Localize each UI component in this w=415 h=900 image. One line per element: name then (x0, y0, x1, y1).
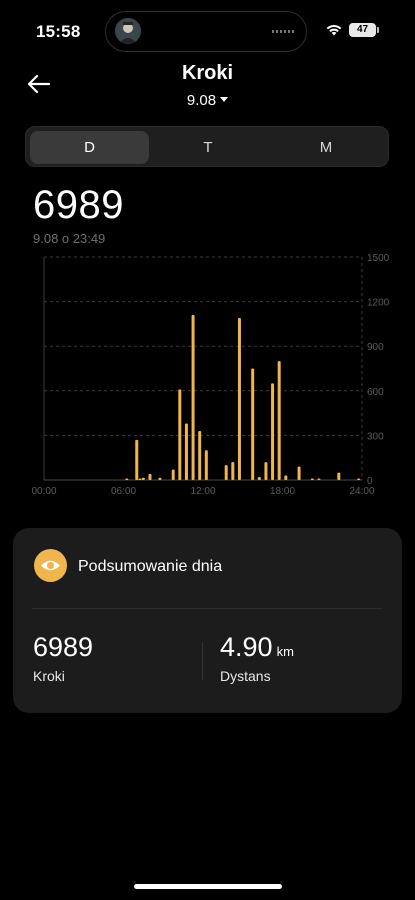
date-picker[interactable]: 9.08 (0, 92, 415, 109)
steps-chart: 03006009001200150000:00 06:00 12:00 18:00 24… (31, 253, 390, 497)
tab-day[interactable]: D (30, 131, 149, 164)
chart-bar (178, 389, 182, 480)
chart-bar (337, 472, 341, 480)
x-tick-label: 18:00 (270, 486, 295, 497)
x-tick-label: 06:00 (111, 486, 136, 497)
last-sync-timestamp: 9.08 o 23:49 (33, 231, 106, 246)
chart-bar (231, 462, 235, 480)
stat-separator (202, 642, 203, 680)
chart-bar (257, 477, 261, 480)
chart-bar (138, 478, 142, 480)
status-bar: 15:58 47 (0, 0, 415, 62)
chart-bar (297, 466, 301, 480)
page-title: Kroki (181, 62, 234, 84)
chart-bar (224, 465, 228, 480)
chart-bar (141, 477, 145, 480)
chart-bar (198, 430, 202, 480)
home-indicator[interactable] (134, 884, 282, 889)
chart-bar (171, 469, 175, 480)
chart-bar (277, 361, 281, 480)
tab-month[interactable]: M (267, 131, 385, 164)
chart-bar (251, 368, 255, 480)
chart-bar (158, 477, 162, 480)
daily-summary-card[interactable]: Podsumowanie dnia 6989 Kroki 4.90 km Dyst… (13, 528, 402, 713)
chart-bar (310, 478, 314, 480)
eye-icon (34, 549, 67, 582)
dynamic-island[interactable] (105, 11, 307, 52)
chart-bar (264, 462, 268, 480)
caret-down-icon (220, 97, 229, 102)
chart-bar (204, 450, 208, 480)
distance-stat-label: Dystans (220, 668, 271, 684)
card-title: Podsumowanie dnia (78, 558, 223, 575)
chart-bar (191, 314, 195, 480)
chart-bar (317, 478, 321, 480)
y-tick-label: 1200 (367, 298, 390, 309)
chart-bar (237, 317, 241, 480)
card-divider (32, 608, 382, 609)
wifi-icon (326, 24, 342, 36)
chart-bar (184, 423, 188, 480)
steps-stat-value: 6989 (33, 632, 94, 662)
steps-total: 6989 (33, 183, 124, 227)
chart-bar (271, 383, 275, 480)
tab-week[interactable]: T (149, 131, 267, 164)
y-tick-label: 600 (367, 387, 384, 398)
island-activity-dots-icon (272, 30, 294, 33)
x-tick-label: 12:00 (190, 486, 215, 497)
chart-bar (357, 478, 361, 480)
x-tick-label: 24:00 (349, 486, 374, 497)
x-tick-label: 00:00 (31, 486, 56, 497)
distance-stat: 4.90 km (220, 632, 294, 663)
distance-unit: km (276, 644, 294, 659)
battery-icon: 47 (349, 23, 379, 37)
island-avatar-icon (115, 18, 141, 44)
status-time: 15:58 (36, 22, 81, 41)
y-tick-label: 900 (367, 342, 384, 353)
distance-stat-value: 4.90 (220, 632, 273, 662)
chart-bar (148, 474, 152, 480)
y-tick-label: 1500 (367, 253, 390, 264)
chart-bar (284, 475, 288, 480)
date-label: 9.08 (186, 92, 217, 109)
period-tabs: D T M (25, 126, 389, 167)
steps-stat-label: Kroki (33, 668, 65, 684)
chart-bar (125, 478, 129, 480)
y-tick-label: 300 (367, 431, 384, 442)
chart-bar (135, 439, 139, 480)
